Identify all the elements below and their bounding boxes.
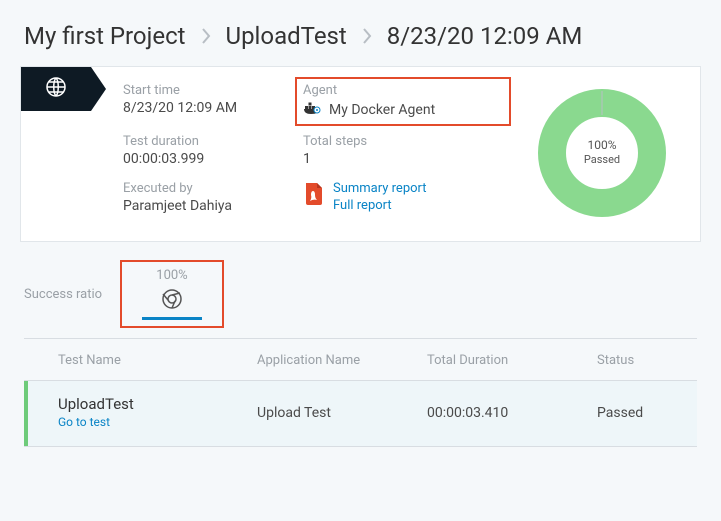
info-grid: Start time 8/23/20 12:09 AM Agent	[91, 83, 522, 214]
row-test-name: UploadTest	[58, 395, 257, 413]
pdf-icon	[303, 181, 325, 211]
tab-underline	[142, 317, 202, 320]
globe-icon	[44, 75, 68, 103]
col-duration: Total Duration	[427, 353, 597, 368]
start-time-cell: Start time 8/23/20 12:09 AM	[123, 83, 293, 120]
success-ratio-row: Success ratio 100%	[0, 260, 721, 328]
summary-report-link[interactable]: Summary report	[333, 181, 427, 196]
chevron-right-icon	[200, 27, 212, 45]
reports-cell: Summary report Full report	[303, 181, 503, 214]
results-table: Test Name Application Name Total Duratio…	[0, 338, 721, 447]
executed-by-value: Paramjeet Dahiya	[123, 198, 293, 214]
agent-cell: Agent My Docker Agent	[295, 77, 511, 126]
col-status: Status	[597, 353, 697, 368]
executed-by-cell: Executed by Paramjeet Dahiya	[123, 181, 293, 214]
row-duration: 00:00:03.410	[427, 405, 597, 421]
duration-label: Test duration	[123, 134, 293, 149]
col-app-name: Application Name	[257, 353, 427, 368]
total-steps-value: 1	[303, 151, 503, 167]
row-app-name: Upload Test	[257, 405, 427, 421]
browser-ratio-tab[interactable]: 100%	[120, 260, 224, 328]
breadcrumb-project[interactable]: My first Project	[24, 22, 186, 50]
chrome-icon	[142, 287, 202, 311]
agent-label: Agent	[303, 83, 503, 98]
platform-badge	[21, 67, 91, 111]
start-time-label: Start time	[123, 83, 293, 98]
donut-pct: 100%	[587, 138, 616, 152]
agent-value: My Docker Agent	[303, 100, 503, 120]
duration-value: 00:00:03.999	[123, 151, 293, 167]
row-status: Passed	[597, 405, 697, 421]
full-report-link[interactable]: Full report	[333, 198, 427, 213]
executed-by-label: Executed by	[123, 181, 293, 196]
go-to-test-link[interactable]: Go to test	[58, 415, 110, 429]
total-steps-label: Total steps	[303, 134, 503, 149]
table-row[interactable]: UploadTest Go to test Upload Test 00:00:…	[24, 380, 697, 447]
total-steps-cell: Total steps 1	[303, 134, 503, 167]
breadcrumb-timestamp: 8/23/20 12:09 AM	[387, 22, 583, 50]
agent-name: My Docker Agent	[329, 102, 435, 118]
docker-icon	[303, 100, 323, 120]
run-summary-card: Start time 8/23/20 12:09 AM Agent	[20, 66, 701, 242]
breadcrumb: My first Project UploadTest 8/23/20 12:0…	[0, 0, 721, 66]
table-header: Test Name Application Name Total Duratio…	[24, 339, 697, 380]
chevron-right-icon	[361, 27, 373, 45]
duration-cell: Test duration 00:00:03.999	[123, 134, 293, 167]
donut-label: Passed	[584, 153, 620, 166]
col-test-name: Test Name	[58, 353, 257, 368]
start-time-value: 8/23/20 12:09 AM	[123, 100, 293, 116]
ratio-pct: 100%	[142, 268, 202, 283]
pass-donut-chart: 100% Passed	[522, 83, 682, 223]
success-ratio-label: Success ratio	[24, 287, 120, 302]
breadcrumb-test[interactable]: UploadTest	[226, 22, 347, 50]
